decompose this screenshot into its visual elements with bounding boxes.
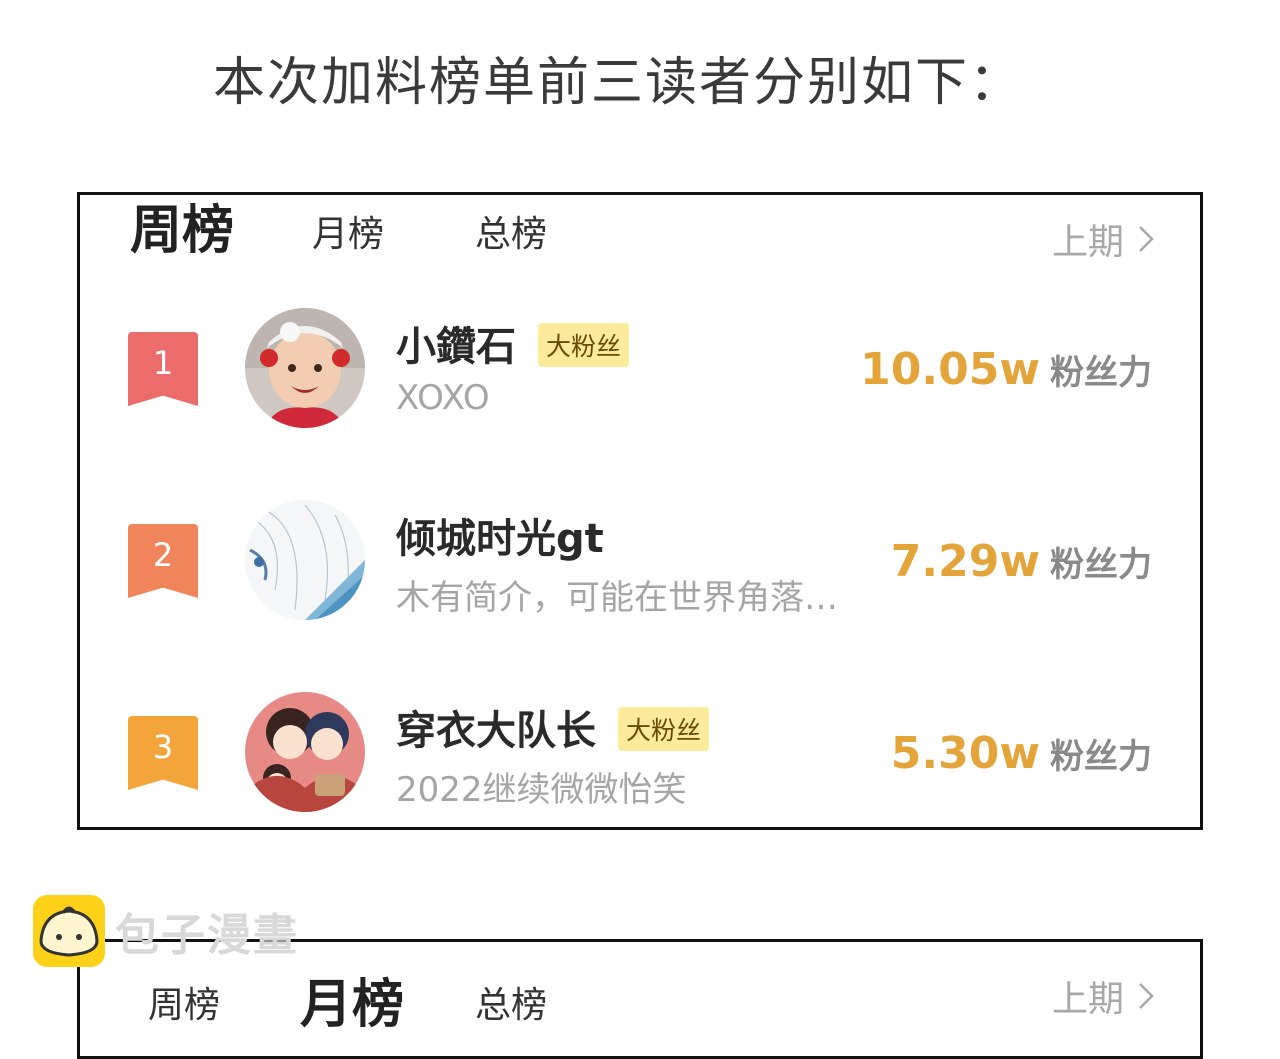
user-name-row: 穿衣大队长 大粉丝 [396, 698, 710, 756]
score-value: 10.05w [860, 344, 1040, 395]
chevron-right-icon [1139, 983, 1154, 1009]
chevron-right-icon [1139, 226, 1154, 252]
fan-power-score: 5.30w 粉丝力 [891, 728, 1152, 779]
user-name-row: 倾城时光gt [396, 506, 604, 564]
leaderboard-row[interactable]: 3 穿衣大队长 大粉丝 2022继续微微怡笑 5.30w 粉丝力 [80, 692, 1200, 822]
score-unit: 粉丝力 [1050, 545, 1152, 585]
tab-monthly[interactable]: 月榜 [312, 205, 384, 257]
rank-badge: 2 [128, 524, 198, 598]
fan-badge: 大粉丝 [538, 323, 630, 367]
user-name[interactable]: 小鑽石 [396, 324, 516, 370]
fan-power-score: 7.29w 粉丝力 [891, 536, 1152, 587]
score-value: 5.30w [890, 728, 1040, 779]
rank-badge: 3 [128, 716, 198, 790]
user-name-row: 小鑽石 大粉丝 [396, 314, 630, 372]
user-bio: XOXO [396, 378, 490, 418]
tab-weekly[interactable]: 周榜 [130, 188, 234, 263]
bun-logo-icon [33, 895, 105, 967]
user-name[interactable]: 倾城时光gt [396, 516, 604, 562]
page-headline: 本次加料榜单前三读者分别如下： [212, 53, 1023, 113]
user-name[interactable]: 穿衣大队长 [396, 708, 596, 754]
user-bio: 2022继续微微怡笑 [396, 770, 687, 810]
watermark-text: 包子漫畫 [115, 910, 299, 961]
avatar[interactable] [245, 500, 365, 620]
score-value: 7.29w [890, 536, 1040, 587]
tab-weekly[interactable]: 周榜 [148, 976, 220, 1028]
rank-badge: 1 [128, 332, 198, 406]
user-bio: 木有简介，可能在世界角落… [396, 578, 838, 618]
previous-period-button[interactable]: 上期 [1052, 213, 1154, 265]
site-watermark: 包子漫畫 [33, 895, 299, 967]
previous-period-label: 上期 [1051, 979, 1124, 1020]
leaderboard-row[interactable]: 2 倾城时光gt 木有简介，可能在世界角落… 7.29w 粉丝力 [80, 500, 1200, 630]
weekly-leaderboard-card: 周榜 月榜 总榜 上期 1 小鑽石 大粉丝 XOXO 10.05w 粉丝力 2 … [77, 192, 1203, 830]
previous-period-button[interactable]: 上期 [1052, 970, 1154, 1022]
score-unit: 粉丝力 [1050, 737, 1152, 777]
fan-badge: 大粉丝 [618, 707, 710, 751]
avatar[interactable] [245, 692, 365, 812]
tab-total[interactable]: 总榜 [475, 976, 547, 1028]
score-unit: 粉丝力 [1050, 353, 1152, 393]
leaderboard-tabs: 周榜 月榜 总榜 [130, 195, 1130, 285]
leaderboard-row[interactable]: 1 小鑽石 大粉丝 XOXO 10.05w 粉丝力 [80, 308, 1200, 438]
avatar[interactable] [245, 308, 365, 428]
fan-power-score: 10.05w 粉丝力 [860, 344, 1152, 395]
tab-total[interactable]: 总榜 [475, 205, 547, 257]
previous-period-label: 上期 [1051, 222, 1124, 263]
